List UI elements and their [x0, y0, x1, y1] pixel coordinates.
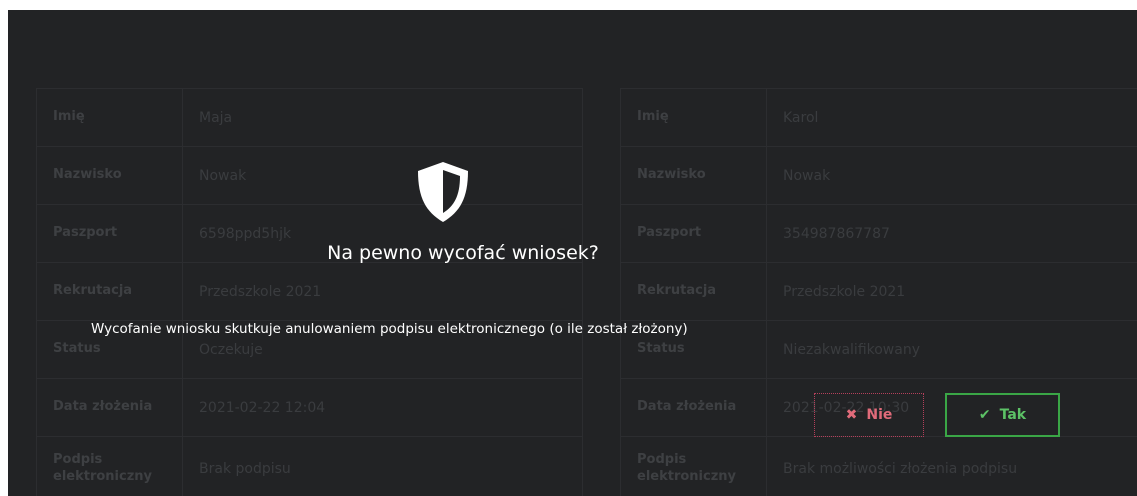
row-value: Brak możliwości złożenia podpisu — [783, 460, 1018, 477]
application-card-maja: Imię Maja Nazwisko Nowak Paszport 6598pp… — [36, 88, 583, 496]
yes-button-label: Tak — [999, 407, 1027, 423]
modal-overlay: Imię Maja Nazwisko Nowak Paszport 6598pp… — [8, 10, 1137, 496]
row-value: 2021-02-22 12:04 — [199, 399, 326, 416]
table-row: Data złożenia 2021-02-22 12:04 — [37, 379, 582, 437]
row-value: Przedszkole 2021 — [783, 283, 906, 300]
row-value: Karol — [783, 109, 819, 126]
row-label: Imię — [621, 89, 767, 146]
table-row: Nazwisko Nowak — [621, 147, 1137, 205]
row-value: Maja — [199, 109, 233, 126]
no-button-label: Nie — [866, 407, 893, 423]
dialog-title: Na pewno wycofać wniosek? — [327, 242, 599, 264]
row-label: Rekrutacja — [37, 263, 183, 320]
table-row: Podpis elektroniczny Brak możliwości zło… — [621, 437, 1137, 496]
table-row: Rekrutacja Przedszkole 2021 — [621, 263, 1137, 321]
row-value: Przedszkole 2021 — [199, 283, 322, 300]
row-value: Nowak — [199, 167, 247, 184]
shield-icon — [418, 162, 468, 222]
row-value: Nowak — [783, 167, 831, 184]
check-icon: ✔ — [978, 407, 991, 423]
row-label: Paszport — [37, 205, 183, 262]
row-label: Rekrutacja — [621, 263, 767, 320]
table-row: Nazwisko Nowak — [37, 147, 582, 205]
row-label: Data złożenia — [37, 379, 183, 436]
row-label: Nazwisko — [621, 147, 767, 204]
yes-button[interactable]: ✔ Tak — [945, 393, 1060, 437]
table-row: Imię Maja — [37, 89, 582, 147]
row-label: Podpis elektroniczny — [37, 437, 183, 496]
row-label: Nazwisko — [37, 147, 183, 204]
table-row: Status Niezakwalifikowany — [621, 321, 1137, 379]
x-icon: ✖ — [845, 407, 858, 423]
row-label: Paszport — [621, 205, 767, 262]
row-value: 354987867787 — [783, 225, 890, 242]
row-value: Niezakwalifikowany — [783, 341, 920, 358]
row-value: Brak podpisu — [199, 460, 291, 477]
no-button[interactable]: ✖ Nie — [814, 393, 924, 437]
row-label: Podpis elektroniczny — [621, 437, 767, 496]
row-label: Data złożenia — [621, 379, 767, 436]
dialog-message: Wycofanie wniosku skutkuje anulowaniem p… — [91, 321, 688, 337]
table-row: Imię Karol — [621, 89, 1137, 147]
table-row: Paszport 354987867787 — [621, 205, 1137, 263]
table-row: Rekrutacja Przedszkole 2021 — [37, 263, 582, 321]
table-row: Podpis elektroniczny Brak podpisu — [37, 437, 582, 496]
row-label: Imię — [37, 89, 183, 146]
